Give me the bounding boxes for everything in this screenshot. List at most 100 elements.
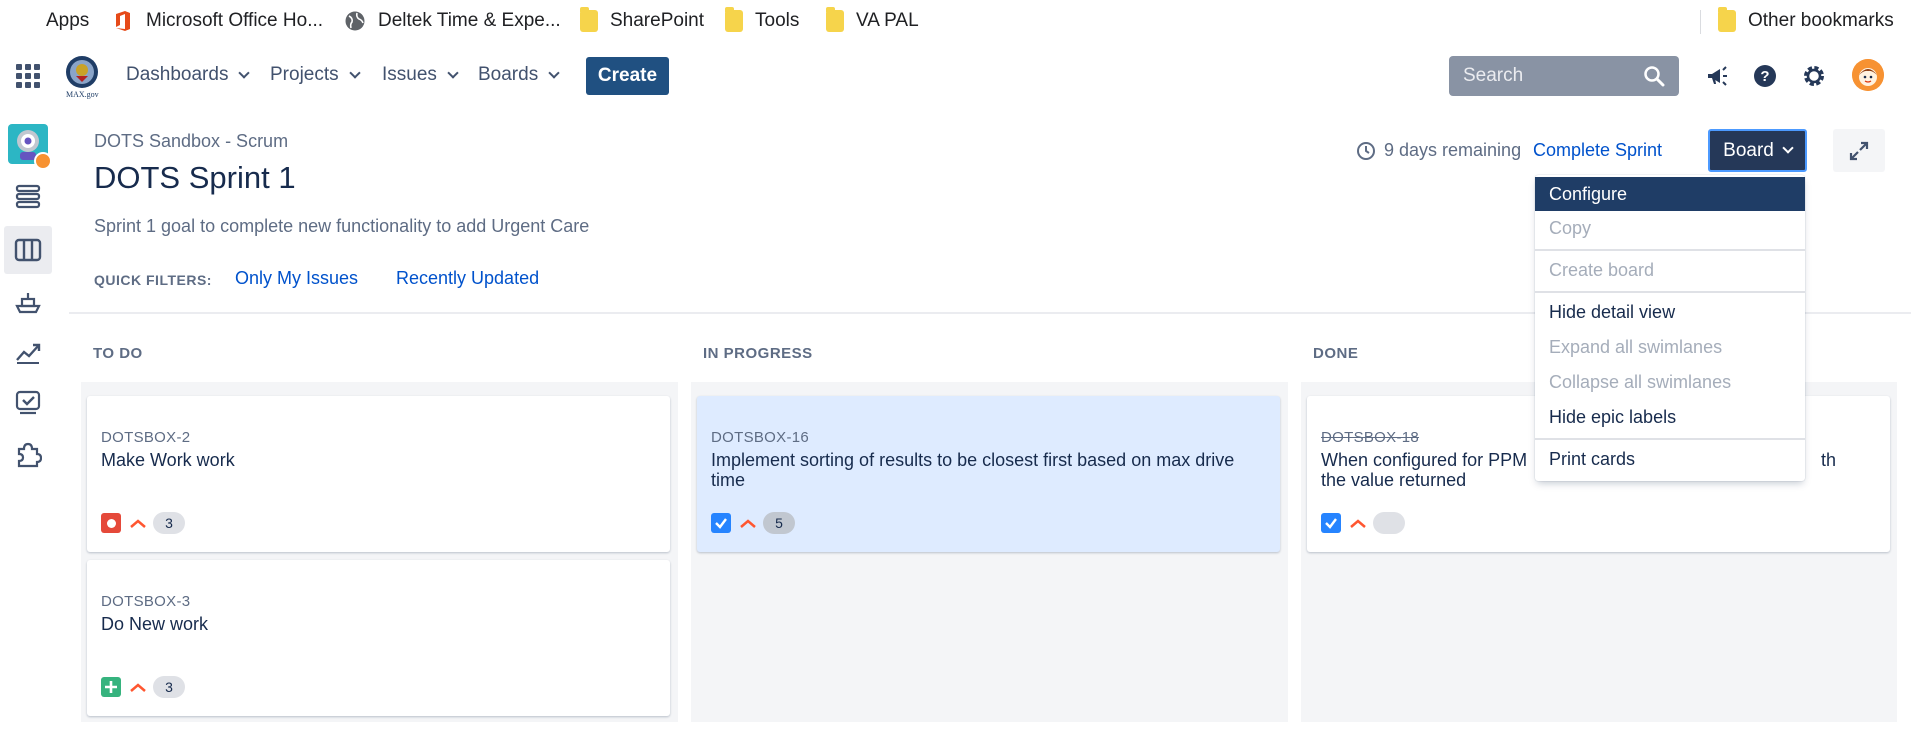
menu-item-configure[interactable]: Configure	[1535, 177, 1805, 211]
create-button[interactable]: Create	[586, 57, 669, 95]
priority-high-icon	[130, 683, 146, 692]
bookmark-tools[interactable]: Tools	[725, 7, 800, 34]
expand-arrows-icon	[1849, 141, 1869, 160]
bookmark-vapal[interactable]: VA PAL	[826, 7, 919, 34]
bookmarks-separator	[1700, 10, 1701, 34]
menu-item-create-board: Create board	[1549, 259, 1655, 280]
issue-card-selected[interactable]: DOTSBOX-16 Implement sorting of results …	[697, 396, 1280, 552]
nav-boards-label: Boards	[478, 64, 539, 85]
bookmark-other[interactable]: Other bookmarks	[1718, 7, 1894, 34]
issue-summary-part2: th	[1821, 450, 1837, 470]
issue-card[interactable]: DOTSBOX-3 Do New work 3	[87, 560, 670, 716]
task-checkbox-icon	[711, 513, 731, 533]
search-input[interactable]	[1463, 65, 1633, 87]
office-icon	[116, 11, 130, 31]
logo-text: MAX.gov	[66, 90, 99, 99]
quick-filter-only-my-issues[interactable]: Only My Issues	[235, 268, 358, 289]
issue-key[interactable]: DOTSBOX-16	[711, 429, 809, 446]
menu-item-collapse-all-swimlanes: Collapse all swimlanes	[1549, 371, 1732, 392]
menu-item-expand-all-swimlanes: Expand all swimlanes	[1549, 336, 1723, 357]
days-remaining-label: 9 days remaining	[1384, 140, 1522, 160]
bug-icon	[101, 513, 121, 533]
complete-sprint-link[interactable]: Complete Sprint	[1533, 140, 1662, 161]
add-ons-puzzle-icon[interactable]	[14, 440, 42, 468]
issue-key[interactable]: DOTSBOX-3	[101, 593, 190, 610]
board-button-label: Board	[1723, 139, 1774, 161]
card-footer: 3	[101, 512, 185, 534]
priority-high-icon	[130, 519, 146, 528]
priority-high-icon	[740, 519, 756, 528]
settings-gear-icon[interactable]	[1801, 63, 1827, 89]
project-badge-icon	[34, 152, 52, 170]
card-footer: 5	[711, 512, 795, 534]
avatar-face-icon	[1852, 59, 1884, 91]
top-nav: MAX.gov Dashboards Projects Issues Board…	[0, 48, 1911, 104]
user-avatar[interactable]	[1852, 59, 1884, 91]
issue-key[interactable]: DOTSBOX-2	[101, 429, 190, 446]
folder-icon	[1718, 7, 1736, 32]
nav-dashboards[interactable]: Dashboards	[126, 64, 251, 86]
chevron-down-icon	[348, 66, 361, 79]
bookmark-apps-label: Apps	[46, 10, 90, 31]
backlog-icon[interactable]	[14, 182, 42, 210]
reports-chart-icon[interactable]	[14, 338, 42, 366]
active-sprint-board-icon[interactable]	[14, 236, 42, 264]
bookmarks-bar: Apps Microsoft Office Ho... Deltek Time …	[0, 0, 1911, 40]
menu-separator	[1535, 291, 1805, 293]
board-menu-button[interactable]: Board	[1708, 129, 1807, 172]
nav-projects-label: Projects	[270, 64, 339, 85]
nav-projects[interactable]: Projects	[270, 64, 361, 86]
sprint-days-remaining: 9 days remaining	[1356, 140, 1521, 161]
card-footer: 3	[101, 676, 185, 698]
fullscreen-button[interactable]	[1833, 129, 1885, 172]
sprint-goal: Sprint 1 goal to complete new functional…	[94, 216, 590, 236]
bookmark-tools-label: Tools	[755, 10, 800, 31]
story-points-badge: 3	[153, 676, 185, 698]
svg-text:?: ?	[1760, 68, 1769, 85]
breadcrumb[interactable]: DOTS Sandbox - Scrum	[94, 131, 288, 152]
menu-item-print-cards[interactable]: Print cards	[1535, 442, 1805, 476]
chevron-down-icon	[238, 66, 251, 79]
bookmark-apps[interactable]: Apps	[12, 8, 89, 34]
story-points-badge	[1373, 512, 1405, 534]
project-sidebar	[0, 112, 56, 737]
bookmark-sharepoint[interactable]: SharePoint	[580, 7, 704, 34]
new-feature-plus-icon	[101, 677, 121, 697]
folder-icon	[725, 7, 743, 32]
search-icon[interactable]	[1643, 65, 1665, 87]
menu-item-copy: Copy	[1549, 217, 1592, 238]
bookmark-office[interactable]: Microsoft Office Ho...	[112, 8, 323, 34]
app-switcher-icon[interactable]	[16, 64, 40, 88]
menu-item-hide-detail-view[interactable]: Hide detail view	[1535, 295, 1805, 329]
quick-filter-recently-updated[interactable]: Recently Updated	[396, 268, 539, 289]
nav-boards[interactable]: Boards	[478, 64, 560, 86]
nav-dashboards-label: Dashboards	[126, 64, 229, 85]
issue-summary: Do New work	[101, 614, 209, 634]
column-todo: DOTSBOX-2 Make Work work 3 DOTSBOX-3 Do …	[81, 382, 678, 722]
chevron-down-icon	[447, 66, 459, 79]
bookmark-office-label: Microsoft Office Ho...	[146, 10, 324, 31]
menu-separator	[1535, 438, 1805, 440]
apps-icon	[12, 10, 34, 32]
issue-key[interactable]: DOTSBOX-18	[1321, 429, 1419, 446]
nav-issues[interactable]: Issues	[382, 64, 459, 86]
bookmark-deltek[interactable]: Deltek Time & Expe...	[344, 8, 561, 34]
notifications-megaphone-icon[interactable]	[1704, 63, 1730, 89]
bookmark-vapal-label: VA PAL	[856, 10, 919, 31]
bookmark-other-label: Other bookmarks	[1748, 10, 1894, 31]
column-header-done: DONE	[1313, 345, 1359, 362]
search-box[interactable]	[1449, 56, 1679, 96]
issues-checklist-icon[interactable]	[14, 389, 42, 417]
menu-item-hide-epic-labels[interactable]: Hide epic labels	[1535, 400, 1805, 434]
globe-icon	[345, 11, 365, 31]
issue-card[interactable]: DOTSBOX-2 Make Work work 3	[87, 396, 670, 552]
releases-ship-icon[interactable]	[14, 288, 42, 316]
nav-issues-label: Issues	[382, 64, 437, 85]
clock-icon	[1357, 141, 1375, 160]
help-icon[interactable]: ?	[1752, 63, 1778, 89]
priority-high-icon	[1350, 519, 1366, 528]
bookmark-deltek-label: Deltek Time & Expe...	[378, 10, 561, 31]
task-checkbox-icon	[1321, 513, 1341, 533]
column-in-progress: DOTSBOX-16 Implement sorting of results …	[691, 382, 1288, 722]
story-points-badge: 3	[153, 512, 185, 534]
